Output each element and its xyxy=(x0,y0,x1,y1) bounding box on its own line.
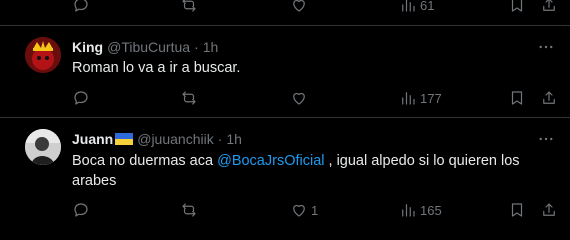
retweet-icon xyxy=(182,91,196,105)
tweet-text: Roman lo va a ir a buscar. xyxy=(72,60,241,76)
views-count: 165 xyxy=(420,202,442,218)
tweet-actions: 1 165 xyxy=(72,200,562,220)
more-options-button[interactable] xyxy=(536,37,556,57)
user-handle[interactable]: @TibuCurtua xyxy=(107,37,190,57)
retweet-button[interactable] xyxy=(180,200,198,220)
like-icon xyxy=(293,92,305,105)
share-icon xyxy=(543,0,555,11)
avatar[interactable] xyxy=(25,129,61,165)
tweet[interactable]: King @TibuCurtua · 1h Roman lo va a ir a… xyxy=(0,25,570,117)
user-handle[interactable]: @juuanchiik xyxy=(137,129,213,149)
tweet-header: King @TibuCurtua · 1h xyxy=(72,37,218,57)
share-icon xyxy=(543,203,555,216)
views-count: 177 xyxy=(420,90,442,106)
share-icon xyxy=(543,91,555,104)
views-button[interactable]: 61 xyxy=(399,0,434,15)
retweet-icon xyxy=(182,0,196,12)
reply-icon xyxy=(74,91,88,105)
views-button[interactable]: 177 xyxy=(399,88,442,108)
views-count: 61 xyxy=(420,0,435,13)
views-button[interactable]: 165 xyxy=(399,200,442,220)
display-name[interactable]: King xyxy=(72,37,103,57)
avatar[interactable] xyxy=(25,37,61,73)
views-icon xyxy=(402,0,415,12)
bookmark-icon xyxy=(511,203,523,217)
more-options-button[interactable] xyxy=(536,129,556,149)
previous-tweet-actions: 61 xyxy=(72,0,562,15)
like-button[interactable] xyxy=(290,88,308,108)
tweet[interactable]: Juann @juuanchiik · 1h Boca no duermas a… xyxy=(0,117,570,240)
like-icon xyxy=(293,204,305,217)
avatar-image xyxy=(25,37,61,73)
bookmark-button[interactable] xyxy=(508,88,526,108)
reply-icon xyxy=(74,0,88,12)
like-count: 1 xyxy=(311,202,319,218)
tweet-text: Boca no duermas aca @BocaJrsOficial , ig… xyxy=(72,151,552,191)
like-button[interactable] xyxy=(290,0,308,15)
reply-icon xyxy=(74,203,88,217)
retweet-icon xyxy=(182,203,196,217)
retweet-button[interactable] xyxy=(180,88,198,108)
reply-button[interactable] xyxy=(72,200,90,220)
bookmark-button[interactable] xyxy=(508,0,526,15)
share-button[interactable] xyxy=(540,200,558,220)
bookmark-icon xyxy=(511,0,523,12)
avatar-image xyxy=(25,129,61,165)
like-icon xyxy=(293,0,305,12)
views-icon xyxy=(402,204,415,217)
retweet-button[interactable] xyxy=(180,0,198,15)
reply-button[interactable] xyxy=(72,88,90,108)
bookmark-icon xyxy=(511,91,523,105)
more-icon xyxy=(539,45,553,49)
views-icon xyxy=(402,92,415,105)
more-icon xyxy=(539,137,553,141)
bookmark-button[interactable] xyxy=(508,200,526,220)
reply-button[interactable] xyxy=(72,0,90,15)
share-button[interactable] xyxy=(540,0,558,15)
like-button[interactable]: 1 xyxy=(290,200,318,220)
share-button[interactable] xyxy=(540,88,558,108)
separator-dot: · xyxy=(217,131,223,147)
tweet-text-part: Boca no duermas aca xyxy=(72,153,218,169)
mention-link[interactable]: @BocaJrsOficial xyxy=(217,153,324,169)
tweet-actions: 177 xyxy=(72,88,562,108)
timestamp[interactable]: 1h xyxy=(226,129,242,149)
separator-dot: · xyxy=(194,39,199,55)
tweet-header: Juann @juuanchiik · 1h xyxy=(72,129,242,149)
display-name[interactable]: Juann xyxy=(72,129,113,149)
ukraine-flag-icon xyxy=(115,133,134,145)
timestamp[interactable]: 1h xyxy=(203,37,219,57)
